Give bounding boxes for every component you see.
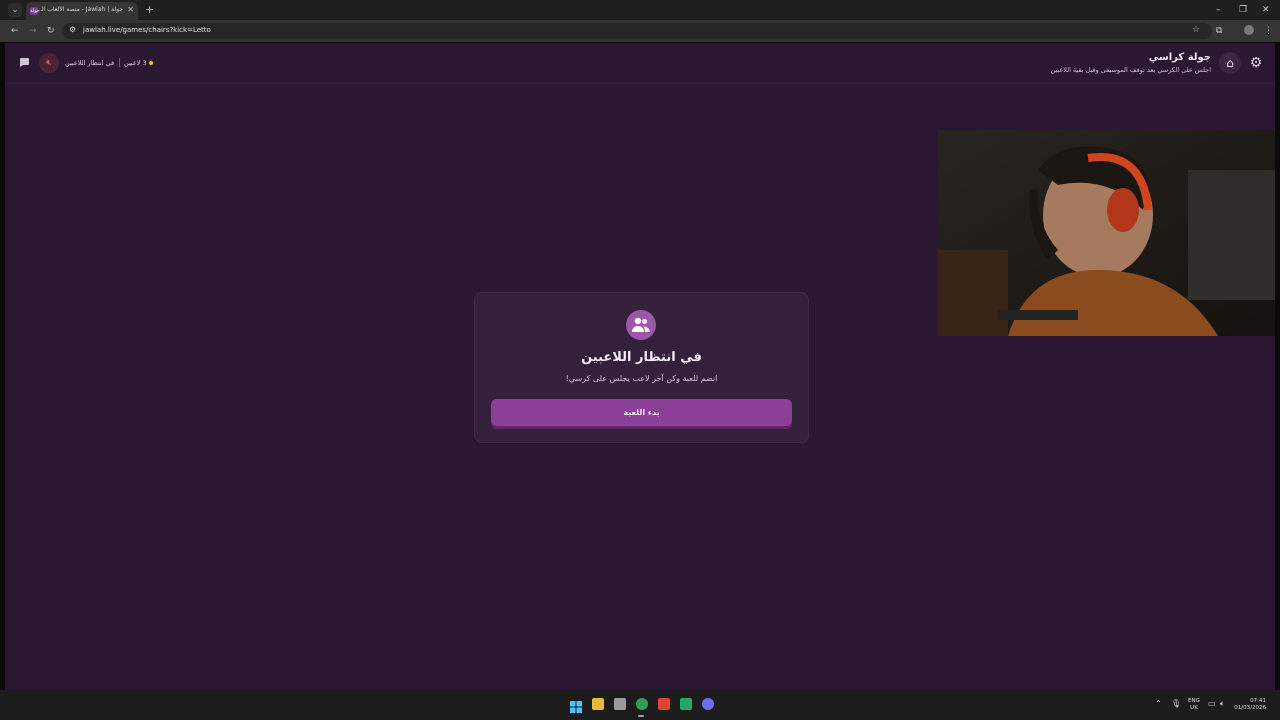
tab-title: جولة | Jawlah - منصة الألعاب الـ <box>41 6 123 13</box>
back-icon[interactable]: ← <box>11 25 19 37</box>
app-icon[interactable] <box>680 698 692 710</box>
window-close-icon[interactable]: ✕ <box>1262 4 1270 16</box>
waiting-status: في انتظار اللاعبين <box>65 59 115 67</box>
tab-close-icon[interactable]: ✕ <box>127 5 134 14</box>
tab-search-button[interactable]: ⌄ <box>8 3 22 17</box>
lobby-title: في انتظار اللاعبين <box>581 350 702 365</box>
users-icon <box>626 310 656 340</box>
windows-start-icon[interactable] <box>570 698 582 713</box>
network-icon[interactable]: ▭ <box>1208 699 1216 709</box>
clock[interactable]: 07:41 01/03/2026 <box>1232 698 1266 712</box>
browser-menu-icon[interactable]: ⋮ <box>1264 25 1273 37</box>
discord-icon[interactable] <box>702 698 714 710</box>
players-count: 3 لاعبين <box>124 59 147 67</box>
users-shape <box>632 317 650 332</box>
game-title: جولة كراسي <box>1148 52 1211 63</box>
page-content: ⚙ ⌂ جولة كراسي اجلس على الكرسي بعد توقف … <box>5 43 1275 690</box>
store-icon[interactable] <box>614 698 626 710</box>
volume-icon[interactable]: 🔈︎ <box>1220 699 1225 709</box>
address-bar[interactable]: ⚙ jawlah.live/games/chairs?kick=Letto ☆ <box>62 23 1212 39</box>
lobby-subtitle: انضم للعبة وكن آخر لاعب يجلس على كرسي! <box>565 374 718 383</box>
browser-tab-active[interactable]: جولة جولة | Jawlah - منصة الألعاب الـ ✕ <box>26 2 138 20</box>
profile-avatar[interactable] <box>1244 25 1254 35</box>
status-divider <box>119 58 120 67</box>
gear-icon[interactable]: ⚙ <box>1247 54 1265 72</box>
browser-toolbar: ← → ↻ ⚙ jawlah.live/games/chairs?kick=Le… <box>0 20 1280 42</box>
clock-time: 07:41 <box>1250 698 1266 704</box>
chevron-up-icon[interactable]: ⌃ <box>1155 699 1162 709</box>
chrome-icon[interactable] <box>636 698 648 710</box>
language-indicator[interactable]: ENG UK <box>1186 698 1202 712</box>
webcam-feed-image <box>938 130 1275 336</box>
bookmark-star-icon[interactable]: ☆ <box>1192 25 1200 35</box>
language-code: ENG <box>1188 698 1200 704</box>
microphone-icon[interactable]: 🎙︎ <box>1171 699 1181 709</box>
online-dot-icon <box>149 61 153 65</box>
address-url: jawlah.live/games/chairs?kick=Letto <box>83 26 211 34</box>
language-region: UK <box>1190 705 1198 711</box>
reload-icon[interactable]: ↻ <box>47 25 55 37</box>
windows-logo-shape <box>570 701 582 713</box>
active-app-indicator <box>638 715 644 717</box>
waiting-lobby-card: في انتظار اللاعبين انضم للعبة وكن آخر لا… <box>474 292 809 443</box>
extensions-icon[interactable]: ⧉ <box>1216 25 1222 37</box>
site-info-icon[interactable]: ⚙ <box>69 25 76 34</box>
minimize-icon[interactable]: – <box>1216 4 1221 16</box>
speaker-muted-icon[interactable]: 🔇︎ <box>39 53 59 73</box>
browser-tab-strip: ⌄ جولة جولة | Jawlah - منصة الألعاب الـ … <box>0 0 1280 20</box>
restore-icon[interactable]: ❐ <box>1239 4 1247 16</box>
brave-icon[interactable] <box>658 698 670 710</box>
os-taskbar: ⌃ 🎙︎ ENG UK ▭ 🔈︎ 07:41 01/03/2026 <box>0 690 1280 720</box>
start-game-button[interactable]: بدء اللعبة <box>491 399 792 426</box>
file-explorer-icon[interactable] <box>592 698 604 710</box>
forward-icon[interactable]: → <box>29 25 37 37</box>
chat-icon[interactable] <box>17 56 31 70</box>
chat-bubble-shape <box>20 58 29 67</box>
webcam-overlay <box>938 130 1275 336</box>
home-icon[interactable]: ⌂ <box>1219 52 1241 74</box>
game-header: ⚙ ⌂ جولة كراسي اجلس على الكرسي بعد توقف … <box>5 43 1275 84</box>
game-subtitle: اجلس على الكرسي بعد توقف الموسيقى وقبل ب… <box>1050 66 1211 74</box>
tab-favicon: جولة <box>30 7 40 15</box>
clock-date: 01/03/2026 <box>1234 705 1266 711</box>
new-tab-button[interactable]: + <box>145 3 154 17</box>
